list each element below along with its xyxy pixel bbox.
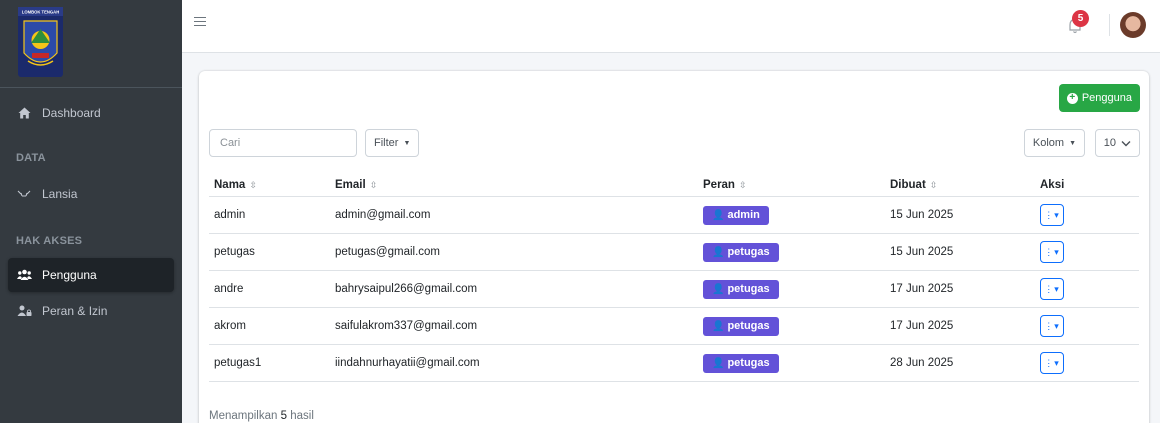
sidebar-item-label: Lansia — [42, 187, 78, 201]
cell-nama: admin — [214, 209, 246, 221]
user-icon: 👤 — [712, 209, 725, 221]
row-actions-button[interactable]: ⋮▾ — [1040, 204, 1064, 226]
row-actions-button[interactable]: ⋮▾ — [1040, 278, 1064, 300]
cell-nama: akrom — [214, 320, 246, 332]
table-row: andre bahrysaipul266@gmail.com 👤 petugas … — [209, 271, 1139, 308]
sidebar-item-dashboard[interactable]: Dashboard — [8, 96, 174, 130]
table-row: petugas petugas@gmail.com 👤 petugas 15 Ju… — [209, 234, 1139, 271]
cell-dibuat: 17 Jun 2025 — [890, 320, 954, 332]
column-header-peran[interactable]: Peran ⇳ — [703, 174, 747, 196]
brand[interactable]: LOMBOK TENGAH — [0, 0, 182, 88]
sidebar-item-lansia[interactable]: Lansia — [8, 177, 174, 211]
home-icon — [16, 106, 32, 120]
wheelchair-icon — [16, 187, 32, 201]
role-badge: 👤 petugas — [703, 279, 779, 299]
sidebar-header-data: DATA — [16, 152, 46, 164]
cell-aksi: ⋮▾ — [1040, 271, 1064, 307]
row-actions-button[interactable]: ⋮▾ — [1040, 315, 1064, 337]
user-avatar[interactable] — [1120, 12, 1146, 38]
row-actions-button[interactable]: ⋮▾ — [1040, 352, 1064, 374]
search-input[interactable] — [209, 129, 357, 157]
cell-peran: 👤 petugas — [703, 271, 779, 307]
results-count: 5 — [280, 410, 288, 422]
sidebar-item-label: Pengguna — [42, 268, 97, 282]
table-row: petugas1 iindahnurhayatii@gmail.com 👤 pet… — [209, 345, 1139, 382]
cell-email: petugas@gmail.com — [335, 246, 440, 258]
notification-count-badge: 5 — [1072, 10, 1089, 27]
sidebar-item-pengguna[interactable]: Pengguna — [8, 258, 174, 292]
row-actions-button[interactable]: ⋮▾ — [1040, 241, 1064, 263]
add-user-button[interactable]: + Pengguna — [1058, 84, 1140, 112]
per-page-select[interactable]: 10 — [1094, 129, 1140, 157]
per-page-value: 10 — [1103, 137, 1116, 149]
cell-email: iindahnurhayatii@gmail.com — [335, 357, 480, 369]
cell-email: admin@gmail.com — [335, 209, 431, 221]
menu-toggle-icon[interactable] — [194, 17, 206, 29]
district-logo: LOMBOK TENGAH — [18, 7, 63, 77]
sidebar-item-label: Peran & Izin — [42, 304, 108, 318]
cell-email: saifulakrom337@gmail.com — [335, 320, 478, 332]
sort-icon: ⇳ — [738, 179, 747, 190]
user-icon: 👤 — [712, 283, 725, 295]
role-badge: 👤 petugas — [703, 316, 779, 336]
user-icon: 👤 — [712, 320, 725, 332]
logo-caption: LOMBOK TENGAH — [22, 10, 59, 15]
columns-button-label: Kolom — [1032, 137, 1065, 149]
users-table: Nama ⇳ Email ⇳ Peran ⇳ Dibuat ⇳ Aksi admin a… — [209, 174, 1139, 382]
cell-aksi: ⋮▾ — [1040, 234, 1064, 270]
user-icon: 👤 — [712, 246, 725, 258]
cell-email: bahrysaipul266@gmail.com — [335, 283, 478, 295]
cell-dibuat: 15 Jun 2025 — [890, 209, 954, 221]
caret-down-icon: ▼ — [403, 139, 411, 147]
sidebar-header-hak-akses: HAK AKSES — [16, 235, 83, 247]
filter-button-label: Filter — [374, 137, 399, 149]
cell-peran: 👤 petugas — [703, 345, 779, 381]
add-user-button-label: Pengguna — [1081, 92, 1132, 104]
cell-aksi: ⋮▾ — [1040, 345, 1064, 381]
user-lock-icon — [16, 304, 32, 318]
user-icon: 👤 — [712, 357, 725, 369]
columns-button[interactable]: Kolom ▼ — [1023, 129, 1085, 157]
results-summary: Menampilkan 5 hasil — [209, 410, 314, 422]
column-header-aksi: Aksi — [1040, 179, 1065, 191]
table-row: akrom saifulakrom337@gmail.com 👤 petugas … — [209, 308, 1139, 345]
table-header-row: Nama ⇳ Email ⇳ Peran ⇳ Dibuat ⇳ Aksi — [209, 174, 1139, 197]
role-badge: 👤 petugas — [703, 353, 779, 373]
cell-peran: 👤 admin — [703, 197, 769, 233]
column-header-email[interactable]: Email ⇳ — [335, 174, 377, 196]
cell-nama: petugas — [214, 246, 255, 258]
cell-aksi: ⋮▾ — [1040, 308, 1064, 344]
sidebar-item-peran-izin[interactable]: Peran & Izin — [8, 294, 174, 328]
sidebar-item-label: Dashboard — [42, 106, 101, 120]
cell-peran: 👤 petugas — [703, 234, 779, 270]
cell-peran: 👤 petugas — [703, 308, 779, 344]
users-icon — [16, 268, 32, 282]
role-badge: 👤 petugas — [703, 242, 779, 262]
navbar-divider — [1109, 14, 1110, 36]
sort-icon: ⇳ — [369, 179, 378, 190]
cell-nama: petugas1 — [214, 357, 262, 369]
users-card: + Pengguna Filter ▼ Kolom ▼ 10 Nama⇳ Ema… — [199, 71, 1149, 423]
role-badge: 👤 admin — [703, 205, 769, 225]
column-header-nama[interactable]: Nama ⇳ — [214, 174, 257, 196]
plus-circle-icon: + — [1066, 92, 1078, 104]
sort-icon: ⇳ — [929, 179, 938, 190]
chevron-down-icon — [1121, 140, 1131, 146]
notification-bell[interactable]: 5 — [1064, 10, 1090, 36]
cell-aksi: ⋮▾ — [1040, 197, 1064, 233]
column-header-dibuat[interactable]: Dibuat ⇳ — [890, 174, 937, 196]
cell-dibuat: 15 Jun 2025 — [890, 246, 954, 258]
sidebar: LOMBOK TENGAH Dashboard DATA Lansia HAK … — [0, 0, 182, 423]
cell-nama: andre — [214, 283, 244, 295]
cell-dibuat: 17 Jun 2025 — [890, 283, 954, 295]
caret-down-icon: ▼ — [1069, 139, 1076, 147]
cell-dibuat: 28 Jun 2025 — [890, 357, 954, 369]
table-row: admin admin@gmail.com 👤 admin 15 Jun 2025… — [209, 197, 1139, 234]
top-navbar: 5 — [182, 0, 1160, 53]
sort-icon: ⇳ — [249, 179, 257, 190]
filter-button[interactable]: Filter ▼ — [365, 129, 420, 157]
